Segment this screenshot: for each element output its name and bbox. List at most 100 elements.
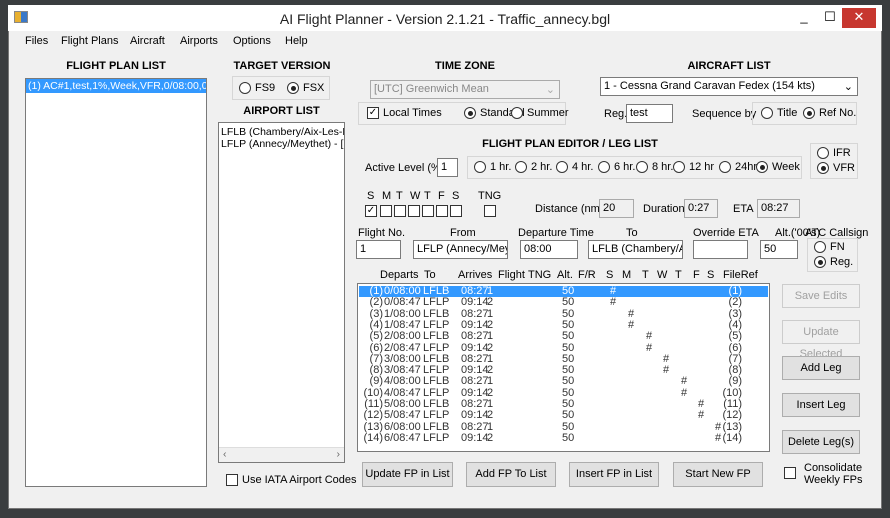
period-radio[interactable]: 24hr	[719, 161, 757, 173]
leg-row[interactable]: (2) 0/08:47 LFLP 09:14 2 50 (2) #	[359, 297, 768, 308]
tng-checkbox[interactable]	[484, 205, 496, 217]
delete-legs-button[interactable]: Delete Leg(s)	[782, 430, 860, 454]
day-checkbox[interactable]	[380, 205, 392, 217]
column-header[interactable]: S	[707, 269, 714, 281]
flight-no-input[interactable]: 1	[356, 240, 401, 259]
add-leg-button[interactable]: Add Leg	[782, 356, 860, 380]
column-header[interactable]: F	[693, 269, 700, 281]
vfr-radio[interactable]: VFR	[817, 162, 855, 174]
leg-row[interactable]: (5) 2/08:00 LFLB 08:27 1 50 (5) #	[359, 331, 768, 342]
from-label: From	[450, 227, 476, 239]
menu-options[interactable]: Options	[233, 35, 271, 47]
flight-plan-item[interactable]: (1) AC#1,test,1%,Week,VFR,0/08:00,0/08	[26, 79, 206, 93]
column-header[interactable]: Arrives	[458, 269, 492, 281]
aircraft-select[interactable]: 1 - Cessna Grand Caravan Fedex (154 kts)…	[600, 77, 858, 96]
fs9-radio[interactable]: FS9	[239, 82, 275, 94]
airport-item[interactable]: LFLP (Annecy/Meythet) - [UT	[219, 138, 344, 150]
update-selected-button[interactable]: Update Selected	[782, 320, 860, 360]
summer-radio[interactable]: Summer	[511, 107, 569, 119]
horizontal-scrollbar[interactable]: ‹ ›	[219, 447, 344, 462]
chevron-down-icon: ⌄	[545, 84, 555, 96]
menu-aircraft[interactable]: Aircraft	[130, 35, 165, 47]
column-header[interactable]: To	[424, 269, 436, 281]
to-input[interactable]: LFLB (Chambery/Aix-L	[588, 240, 683, 259]
consolidate-checkbox[interactable]	[784, 467, 796, 479]
leg-to: LFLB	[423, 307, 450, 320]
day-label: W	[410, 190, 421, 202]
ref-no-radio[interactable]: Ref No.	[803, 107, 856, 119]
airport-item[interactable]: LFLB (Chambery/Aix-Les-Bain	[219, 123, 344, 138]
leg-flight: 2	[487, 409, 494, 422]
column-header[interactable]: Alt.	[557, 269, 573, 281]
menu-help[interactable]: Help	[285, 35, 308, 47]
day-checkbox[interactable]	[408, 205, 420, 217]
maximize-button[interactable]: ☐	[816, 8, 844, 28]
override-eta-input[interactable]	[693, 240, 748, 259]
title-radio[interactable]: Title	[761, 107, 797, 119]
scroll-left-icon[interactable]: ‹	[223, 448, 227, 460]
menu-files[interactable]: Files	[25, 35, 48, 47]
start-new-fp-button[interactable]: Start New FP	[673, 462, 763, 487]
leg-arr: 08:27	[461, 307, 489, 320]
save-edits-button[interactable]: Save Edits	[782, 284, 860, 308]
active-level-input[interactable]: 1	[437, 158, 458, 177]
close-button[interactable]: ✕	[842, 8, 876, 28]
atc-group: FN Reg.	[807, 238, 858, 272]
insert-leg-button[interactable]: Insert Leg	[782, 393, 860, 417]
column-header[interactable]: S	[606, 269, 613, 281]
iata-checkbox[interactable]: Use IATA Airport Codes	[226, 474, 357, 486]
period-radio[interactable]: 2 hr.	[515, 161, 552, 173]
column-header[interactable]: TNG	[528, 269, 551, 281]
day-checkbox[interactable]: ✓	[365, 205, 377, 217]
reg-radio[interactable]: Reg.	[814, 256, 853, 268]
day-checkbox[interactable]	[422, 205, 434, 217]
update-fp-button[interactable]: Update FP in List	[362, 462, 453, 487]
column-header[interactable]: M	[622, 269, 631, 281]
period-radio[interactable]: 12 hr	[673, 161, 714, 173]
period-radio[interactable]: 8 hr.	[636, 161, 673, 173]
time-zone-select[interactable]: [UTC] Greenwich Mean ⌄	[370, 80, 560, 99]
from-input[interactable]: LFLP (Annecy/Meythe	[413, 240, 508, 259]
period-radio[interactable]: 1 hr.	[474, 161, 511, 173]
column-header[interactable]: T	[675, 269, 682, 281]
flight-plan-listbox[interactable]: (1) AC#1,test,1%,Week,VFR,0/08:00,0/08	[25, 78, 207, 487]
local-times-checkbox[interactable]: ✓ Local Times	[367, 107, 442, 119]
column-header[interactable]: Departs	[380, 269, 419, 281]
day-checkbox[interactable]	[394, 205, 406, 217]
column-header[interactable]: F/R	[578, 269, 596, 281]
leg-row[interactable]: (14) 6/08:47 LFLP 09:14 2 50 (14) #	[359, 432, 768, 444]
leg-row[interactable]: (12) 5/08:47 LFLP 09:14 2 50 (12) #	[359, 410, 768, 421]
leg-ref: (9)	[728, 375, 742, 388]
day-checkbox[interactable]	[436, 205, 448, 217]
column-header[interactable]: T	[642, 269, 649, 281]
menu-flight-plans[interactable]: Flight Plans	[61, 35, 118, 47]
alt-input[interactable]: 50	[760, 240, 798, 259]
fn-radio[interactable]: FN	[814, 241, 845, 253]
day-label: S	[367, 190, 375, 202]
minimize-button[interactable]: _	[790, 8, 818, 28]
period-label: 8 hr.	[652, 161, 674, 173]
add-fp-button[interactable]: Add FP To List	[466, 462, 556, 487]
period-radio[interactable]: 4 hr.	[556, 161, 593, 173]
fsx-radio[interactable]: FSX	[287, 82, 324, 94]
leg-listbox[interactable]: (1) 0/08:00 LFLB 08:27 1 50 (1) # (2) 0/08:47 LFLP…	[357, 283, 770, 452]
column-header[interactable]: Flight	[498, 269, 525, 281]
airport-listbox[interactable]: LFLB (Chambery/Aix-Les-Bain LFLP (Annecy…	[218, 122, 345, 463]
reg-input[interactable]: test	[626, 104, 673, 123]
menu-airports[interactable]: Airports	[180, 35, 218, 47]
departure-time-input[interactable]: 08:00	[520, 240, 578, 259]
scroll-right-icon[interactable]: ›	[337, 448, 341, 460]
ifr-radio[interactable]: IFR	[817, 147, 851, 159]
insert-fp-button[interactable]: Insert FP in List	[569, 462, 659, 487]
day-checkbox[interactable]	[450, 205, 462, 217]
leg-row[interactable]: (9) 4/08:00 LFLB 08:27 1 50 (9) #	[359, 376, 768, 387]
leg-day-mark: #	[698, 409, 705, 422]
period-radio[interactable]: 6 hr.	[598, 161, 635, 173]
leg-day-mark: #	[681, 375, 688, 388]
leg-ref: (5)	[728, 330, 742, 343]
column-header[interactable]: W	[657, 269, 667, 281]
leg-idx: (12)	[363, 409, 383, 422]
column-header[interactable]: FileRef	[723, 269, 758, 281]
period-radio[interactable]: Week	[756, 161, 800, 173]
leg-dep: 0/08:47	[384, 296, 421, 309]
